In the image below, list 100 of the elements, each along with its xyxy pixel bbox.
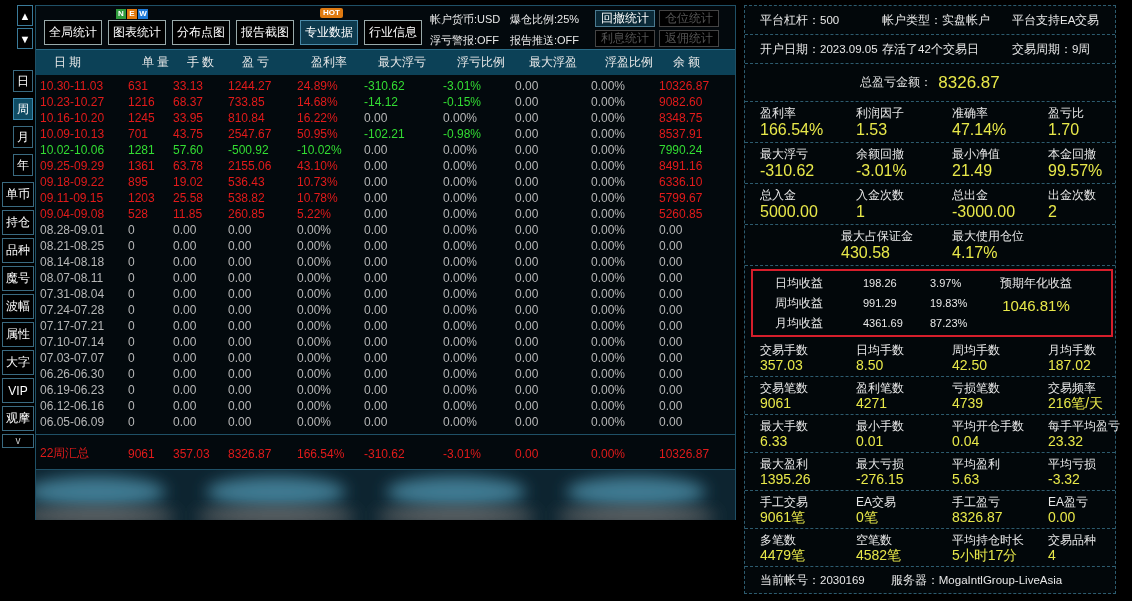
scroll-down-button[interactable]: ▼ xyxy=(17,28,33,49)
table-cell-text: 0.00 xyxy=(228,286,253,302)
table-cell-text: 528 xyxy=(128,206,150,222)
side-button[interactable]: 魔号 xyxy=(2,266,34,291)
period-tab[interactable]: 日 xyxy=(13,70,33,92)
stat-label: 最大使用仓位 xyxy=(952,229,1025,243)
table-cell-text: 0 xyxy=(128,270,136,286)
table-cell-text: 0.00% xyxy=(591,222,627,238)
toolbar-button[interactable]: 分布点图 xyxy=(172,20,230,45)
stat-value: -276.15 xyxy=(856,471,905,488)
table-cell-text: 8348.75 xyxy=(659,110,704,126)
return-amount: 991.29 xyxy=(863,297,898,309)
table-cell-text: 0.00% xyxy=(297,270,333,286)
side-button[interactable]: 波幅 xyxy=(2,294,34,319)
toolbar-button[interactable]: 全局统计 xyxy=(44,20,102,45)
side-button[interactable]: 观摩 xyxy=(2,406,34,431)
table-cell-text: 25.58 xyxy=(173,190,205,206)
table-cell-text: 0.00 xyxy=(173,414,198,430)
side-button[interactable]: VIP xyxy=(2,378,34,403)
table-cell-text: 0.00 xyxy=(515,270,540,286)
toolbar-button[interactable]: 行业信息 xyxy=(364,20,422,45)
summary-cell-text: 22周汇总 xyxy=(40,445,91,462)
side-button[interactable]: 品种 xyxy=(2,238,34,263)
scroll-up-button[interactable]: ▲ xyxy=(17,5,33,26)
table-cell-text: 0.00% xyxy=(297,414,333,430)
table-cell-text: 0.00 xyxy=(515,302,540,318)
table-cell-text: 0.00 xyxy=(659,382,684,398)
stat-value: 4582笔 xyxy=(856,547,903,564)
total-label: 总盈亏金额： xyxy=(860,74,933,91)
table-cell-text: 63.78 xyxy=(173,158,205,174)
stat-value: 5000.00 xyxy=(760,202,819,222)
return-amount: 198.26 xyxy=(863,277,898,289)
stat-value: 0.01 xyxy=(856,433,885,450)
table-cell-text: 0.00 xyxy=(228,270,253,286)
table-cell-text: 0.00 xyxy=(659,318,684,334)
stats-button[interactable]: 回撤统计 xyxy=(595,10,655,27)
table-cell-text: 0.00 xyxy=(515,126,540,142)
table-cell-text: 0.00 xyxy=(515,158,540,174)
side-button[interactable]: 属性 xyxy=(2,322,34,347)
table-cell-text: 68.37 xyxy=(173,94,205,110)
table-cell-text: 0.00 xyxy=(364,366,389,382)
table-cell-text: 0.00 xyxy=(515,78,540,94)
stat-label: 最小净值 xyxy=(952,147,1001,161)
table-cell-text: 10.73% xyxy=(297,174,339,190)
table-cell-text: -10.02% xyxy=(297,142,343,158)
stat-label: 盈利笔数 xyxy=(856,381,905,395)
table-cell-text: 0.00 xyxy=(364,350,389,366)
expand-button[interactable]: v xyxy=(2,434,34,448)
period-tab[interactable]: 周 xyxy=(13,98,33,120)
summary-cell-text: 8326.87 xyxy=(228,446,273,461)
table-cell-text: 0.00 xyxy=(228,254,253,270)
side-button[interactable]: 单币 xyxy=(2,182,34,207)
stat-value: 1.53 xyxy=(856,120,889,140)
table-cell-text: 0.00 xyxy=(173,334,198,350)
table-cell-text: 06.26-06.30 xyxy=(40,366,106,382)
table-cell-text: 0.00 xyxy=(173,318,198,334)
stat-value: 23.32 xyxy=(1048,433,1085,450)
table-cell-text: 57.60 xyxy=(173,142,205,158)
return-percent: 19.83% xyxy=(930,297,969,309)
period-tab[interactable]: 年 xyxy=(13,154,33,176)
table-cell-text: 0 xyxy=(128,414,136,430)
table-cell-text: 09.18-09.22 xyxy=(40,174,106,190)
stat-value: -310.62 xyxy=(760,161,816,181)
table-cell-text: 0.00 xyxy=(364,206,389,222)
side-button[interactable]: 大字 xyxy=(2,350,34,375)
table-cell-text: 0.00 xyxy=(228,302,253,318)
table-cell-text: 0.00 xyxy=(173,222,198,238)
toolbar-button[interactable]: 报告截图 xyxy=(236,20,294,45)
table-cell-text: 0.00% xyxy=(443,398,479,414)
table-cell-text: 0.00% xyxy=(297,238,333,254)
table-cell-text: 0.00 xyxy=(659,398,684,414)
toolbar-button[interactable]: 图表统计 xyxy=(108,20,166,45)
side-button[interactable]: 持仓 xyxy=(2,210,34,235)
table-cell-text: -102.21 xyxy=(364,126,406,142)
stat-label: 平均持仓时长 xyxy=(952,533,1025,547)
stat-label: 总入金 xyxy=(760,188,797,202)
summary-cell-text: 10326.87 xyxy=(659,446,711,461)
period-tab[interactable]: 月 xyxy=(13,126,33,148)
column-header: 盈 亏 xyxy=(241,54,271,71)
toolbar-button[interactable]: 专业数据 xyxy=(300,20,358,45)
table-cell-text: 0.00 xyxy=(659,238,684,254)
stat-value: 6.33 xyxy=(760,433,789,450)
table-cell-text: 1281 xyxy=(128,142,156,158)
stat-label: 总出金 xyxy=(952,188,989,202)
stat-label: EA盈亏 xyxy=(1048,495,1089,509)
table-cell-text: 09.25-09.29 xyxy=(40,158,106,174)
stat-value: 9061笔 xyxy=(760,509,807,526)
table-cell-text: 08.07-08.11 xyxy=(40,270,105,286)
table-cell-text: 1244.27 xyxy=(228,78,273,94)
table-cell-text: 0.00 xyxy=(364,142,389,158)
table-cell-text: 10.78% xyxy=(297,190,339,206)
stat-value: 0.04 xyxy=(952,433,981,450)
summary-cell-text: -310.62 xyxy=(364,446,406,461)
return-percent: 3.97% xyxy=(930,277,963,289)
stat-value: 1.70 xyxy=(1048,120,1081,140)
table-cell-text: 0.00 xyxy=(228,318,253,334)
summary-cell-text: 166.54% xyxy=(297,446,346,461)
table-cell-text: 0.00% xyxy=(297,254,333,270)
table-cell-text: 0.00% xyxy=(297,350,333,366)
table-cell-text: 0.00 xyxy=(364,302,389,318)
